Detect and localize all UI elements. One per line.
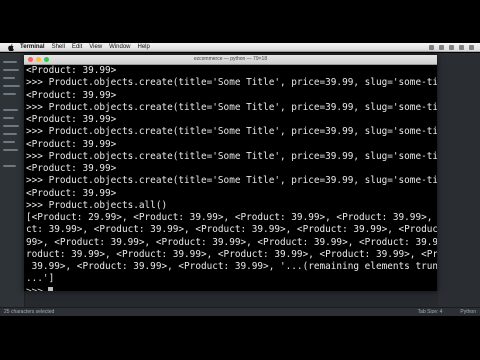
- terminal-titlebar[interactable]: ezcommerce — python — 79×18: [24, 55, 437, 65]
- terminal-line: <Product: 39.99>: [26, 114, 117, 125]
- terminal-line: roduct: 39.99>, <Product: 39.99>, <Produ…: [26, 248, 437, 260]
- tray-icon[interactable]: [459, 44, 464, 50]
- terminal-line: [<Product: 29.99>, <Product: 39.99>, <Pr…: [26, 212, 437, 223]
- terminal-line: 39.99>, <Product: 39.99>, <Product: 39.9…: [26, 261, 437, 272]
- status-tray: [429, 44, 474, 50]
- terminal-title: ezcommerce — python — 79×18: [193, 56, 268, 62]
- menu-edit[interactable]: Edit: [72, 44, 82, 50]
- tab-size-indicator[interactable]: Tab Size: 4: [418, 309, 443, 315]
- status-right: Tab Size: 4 Python: [418, 309, 476, 315]
- terminal-line: >>> Product.objects.create(title='Some T…: [26, 101, 437, 113]
- menu-terminal[interactable]: Terminal: [20, 44, 45, 50]
- menu-shell[interactable]: Shell: [52, 44, 65, 50]
- tray-icon[interactable]: [439, 44, 444, 50]
- screen: Terminal Shell Edit View Window Help ezc…: [0, 0, 480, 360]
- editor-status-bar: 25 characters selected Tab Size: 4 Pytho…: [0, 307, 480, 316]
- terminal-line: <Product: 39.99>: [26, 138, 117, 150]
- editor-minimap[interactable]: [438, 53, 480, 307]
- tray-icon[interactable]: [469, 44, 474, 50]
- terminal-prompt-line[interactable]: >>>: [26, 285, 437, 292]
- terminal-line: >>> Product.objects.create(title='Some T…: [26, 77, 437, 89]
- terminal-window[interactable]: ezcommerce — python — 79×18 <Product: 39…: [24, 55, 437, 291]
- tray-icon[interactable]: [449, 44, 454, 50]
- tray-icon[interactable]: [429, 44, 434, 50]
- terminal-prompt: >>>: [26, 285, 43, 292]
- text-cursor: [47, 286, 53, 291]
- editor-sidebar[interactable]: [0, 53, 25, 307]
- terminal-line: >>> Product.objects.all(): [26, 199, 168, 211]
- terminal-line: <Product: 39.99>: [26, 163, 117, 174]
- apple-icon[interactable]: [8, 43, 14, 51]
- selection-status: 25 characters selected: [4, 309, 55, 315]
- terminal-output[interactable]: <Product: 39.99> >>> Product.objects.cre…: [24, 65, 437, 291]
- terminal-line: <Product: 39.99>: [26, 187, 117, 199]
- menu-window[interactable]: Window: [109, 44, 130, 50]
- terminal-line: >>> Product.objects.create(title='Some T…: [26, 175, 437, 187]
- terminal-line: ...']: [26, 273, 55, 285]
- terminal-line: <Product: 39.99>: [26, 89, 117, 101]
- menu-help[interactable]: Help: [138, 44, 150, 50]
- terminal-line: >>> Product.objects.create(title='Some T…: [26, 150, 437, 162]
- terminal-line: ct: 39.99>, <Product: 39.99>, <Product: …: [26, 224, 437, 236]
- menu-bar: Terminal Shell Edit View Window Help: [0, 43, 480, 52]
- terminal-line: 99>, <Product: 39.99>, <Product: 39.99>,…: [26, 236, 437, 248]
- terminal-line: <Product: 39.99>: [26, 65, 117, 76]
- syntax-indicator[interactable]: Python: [460, 309, 476, 315]
- menu-view[interactable]: View: [89, 44, 102, 50]
- terminal-line: >>> Product.objects.create(title='Some T…: [26, 126, 437, 138]
